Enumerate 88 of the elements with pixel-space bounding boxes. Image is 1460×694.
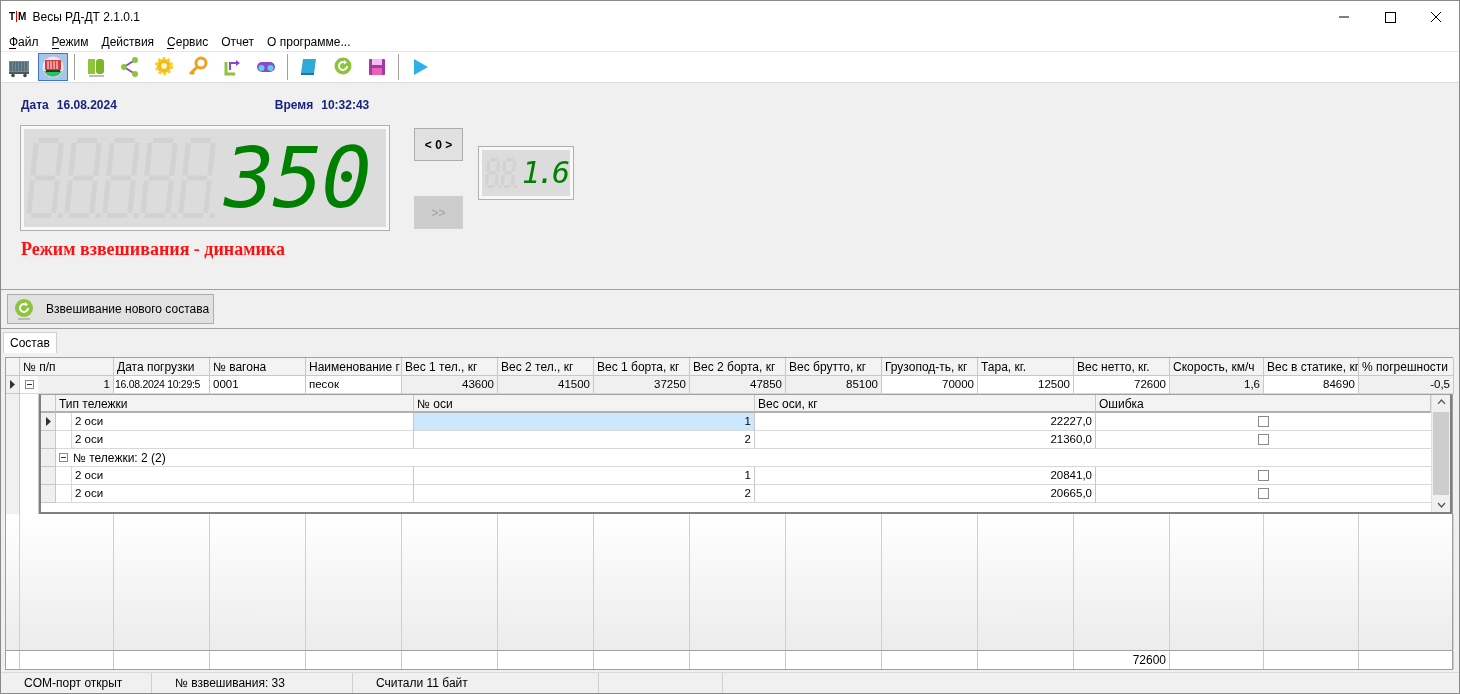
table-cell: 16.08.2024 10:29:5 bbox=[114, 376, 210, 394]
table-cell: 22227,0 bbox=[755, 413, 1096, 431]
book-icon bbox=[85, 56, 107, 78]
table-cell: 2 bbox=[414, 485, 755, 503]
app-logo: T M bbox=[9, 11, 27, 22]
table-cell: 0001 bbox=[210, 376, 306, 394]
gear-icon bbox=[153, 56, 175, 78]
table-cell: 43600 bbox=[402, 376, 498, 394]
column-header[interactable]: Вес 1 тел., кг bbox=[402, 358, 498, 376]
wagon-icon bbox=[42, 56, 64, 78]
save-icon bbox=[366, 56, 388, 78]
status-text: COM-порт открыт bbox=[1, 673, 152, 693]
collapse-toggle[interactable] bbox=[24, 380, 34, 389]
table-cell: 2 оси bbox=[72, 431, 414, 449]
column-header[interactable]: Наименование г bbox=[306, 358, 402, 376]
table-cell: 21360,0 bbox=[755, 431, 1096, 449]
status-text: Считали 11 байт bbox=[353, 673, 599, 693]
table-cell: 2 оси bbox=[72, 413, 414, 431]
table-cell: 20665,0 bbox=[755, 485, 1096, 503]
table-cell: 2 оси bbox=[72, 485, 414, 503]
date-label: Дата bbox=[21, 98, 49, 112]
menu-item[interactable]: Сервис bbox=[161, 34, 216, 49]
column-header[interactable]: Вес брутто, кг bbox=[786, 358, 882, 376]
column-header[interactable]: Тара, кг. bbox=[978, 358, 1074, 376]
column-header[interactable]: Вес в статике, кг bbox=[1264, 358, 1359, 376]
status-text: № взвешивания: 33 bbox=[152, 673, 353, 693]
table-cell: 2 bbox=[414, 431, 755, 449]
group-label: № тележки: 2 (2) bbox=[73, 450, 166, 465]
net-weight-total: 72600 bbox=[1074, 651, 1170, 669]
scrollbar-thumb[interactable] bbox=[1433, 411, 1449, 496]
error-checkbox[interactable] bbox=[1258, 470, 1269, 481]
table-cell: 1 bbox=[38, 376, 113, 393]
window-title: Весы РД-ДТ 2.1.0.1 bbox=[32, 9, 140, 24]
column-header[interactable]: Грузопод-ть, кг bbox=[882, 358, 978, 376]
column-header[interactable]: Вес оси, кг bbox=[755, 395, 1096, 413]
table-cell: 20841,0 bbox=[755, 467, 1096, 485]
menu-item[interactable]: Действия bbox=[95, 34, 162, 49]
table-cell: 41500 bbox=[498, 376, 594, 394]
new-train-button[interactable]: Взвешивание нового состава bbox=[7, 294, 214, 324]
column-header[interactable]: Скорость, км/ч bbox=[1170, 358, 1264, 376]
indent-cell bbox=[56, 413, 72, 431]
column-header[interactable]: Вес нетто, кг. bbox=[1074, 358, 1170, 376]
error-checkbox[interactable] bbox=[1258, 488, 1269, 499]
weight-reading: 350 bbox=[224, 129, 370, 227]
table-cell: 1 bbox=[414, 467, 755, 485]
column-header[interactable]: № оси bbox=[414, 395, 755, 413]
share-icon bbox=[119, 56, 141, 78]
key-icon bbox=[187, 56, 209, 78]
menu-item[interactable]: Режим bbox=[45, 34, 96, 49]
column-header[interactable]: Вес 2 борта, кг bbox=[690, 358, 786, 376]
table-cell: 70000 bbox=[882, 376, 978, 394]
date-value: 16.08.2024 bbox=[56, 98, 117, 112]
vertical-scrollbar[interactable] bbox=[1431, 395, 1450, 512]
error-checkbox[interactable] bbox=[1258, 434, 1269, 445]
column-header[interactable]: % погрешности bbox=[1359, 358, 1454, 376]
table-cell: 47850 bbox=[690, 376, 786, 394]
zero-button[interactable]: < 0 > bbox=[414, 128, 463, 161]
table-cell: -0,5 bbox=[1359, 376, 1454, 394]
mode-label: Режим взвешивания - динамика bbox=[21, 239, 286, 260]
table-cell: 12500 bbox=[978, 376, 1074, 394]
error-checkbox[interactable] bbox=[1258, 416, 1269, 427]
tab[interactable]: Состав bbox=[3, 332, 57, 353]
column-header[interactable]: № вагона bbox=[210, 358, 306, 376]
column-header[interactable]: Вес 1 борта, кг bbox=[594, 358, 690, 376]
column-header[interactable]: Тип тележки bbox=[56, 395, 414, 413]
time-label: Время bbox=[274, 98, 314, 112]
current-row-icon bbox=[10, 380, 15, 389]
toolbar-button[interactable] bbox=[38, 53, 68, 81]
column-header[interactable]: № п/п bbox=[20, 358, 114, 376]
speed-reading: 1.6 bbox=[522, 154, 568, 192]
menu-item[interactable]: Отчет bbox=[215, 34, 262, 49]
indent-cell bbox=[56, 431, 72, 449]
row-header bbox=[41, 449, 56, 467]
time-value: 10:32:43 bbox=[321, 98, 370, 112]
collapse-toggle[interactable] bbox=[59, 453, 68, 462]
column-header[interactable]: Вес 2 тел., кг bbox=[498, 358, 594, 376]
table-cell: 1 bbox=[414, 413, 755, 431]
table-cell: 37250 bbox=[594, 376, 690, 394]
refresh-icon bbox=[14, 298, 34, 320]
table-cell: 1,6 bbox=[1170, 376, 1264, 394]
indent-cell bbox=[56, 485, 72, 503]
menu-item[interactable]: О программе... bbox=[261, 34, 358, 49]
column-header[interactable]: Ошибка bbox=[1096, 395, 1431, 413]
table-cell: 85100 bbox=[786, 376, 882, 394]
menu-item[interactable]: Файл bbox=[3, 34, 46, 49]
table-cell: 2 оси bbox=[72, 467, 414, 485]
current-row-icon bbox=[45, 417, 51, 426]
column-header[interactable]: Дата погрузки bbox=[114, 358, 210, 376]
